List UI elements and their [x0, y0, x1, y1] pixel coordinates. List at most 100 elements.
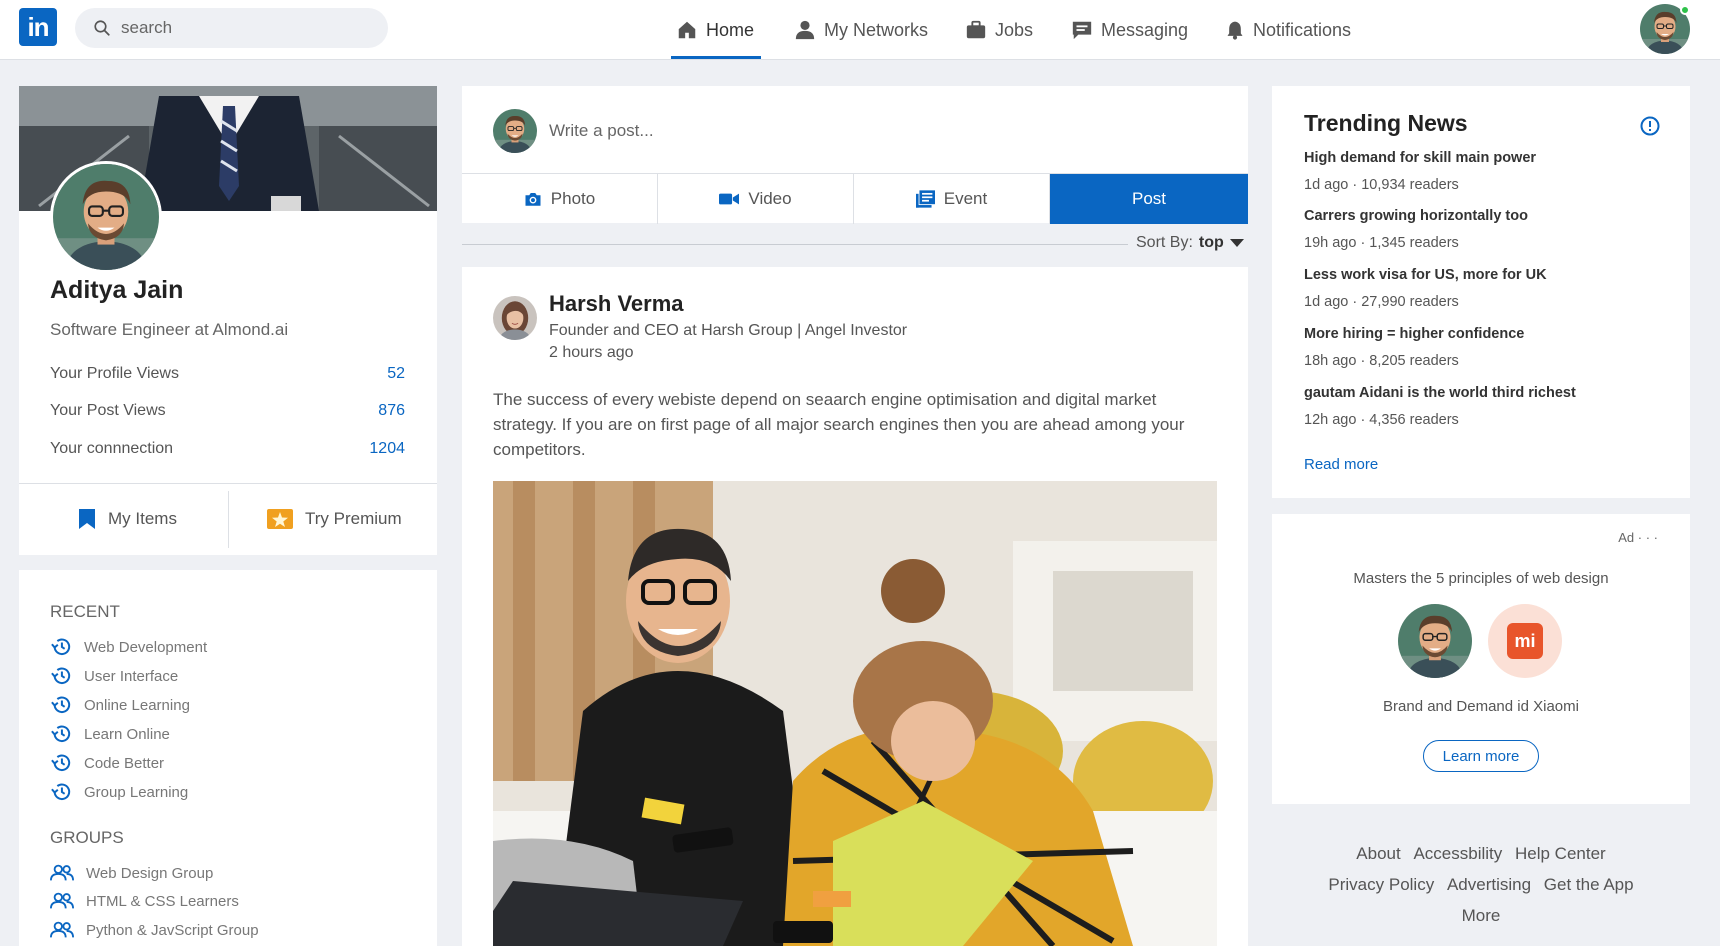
nav-messaging[interactable]: Messaging: [1071, 0, 1188, 60]
history-icon: [51, 725, 71, 743]
nav-home[interactable]: Home: [676, 0, 754, 60]
recent-item[interactable]: Web Development: [50, 637, 207, 657]
trending-item[interactable]: More hiring = higher confidence 18h ago …: [1304, 326, 1664, 369]
video-button[interactable]: Video: [658, 174, 854, 224]
post-body-text: The success of every webiste depend on s…: [493, 390, 1185, 459]
recent-item[interactable]: Learn Online: [50, 724, 170, 744]
footer-link-more[interactable]: More: [1462, 906, 1501, 925]
read-more-link[interactable]: Read more: [1304, 456, 1378, 473]
group-item-label: Web Design Group: [86, 864, 214, 882]
search-input[interactable]: [121, 8, 371, 48]
stat-label: Your Profile Views: [50, 365, 179, 382]
my-items-label: My Items: [108, 509, 177, 528]
profile-avatar[interactable]: [50, 161, 162, 273]
premium-icon: [267, 509, 293, 529]
profile-title: Software Engineer at Almond.ai: [50, 320, 289, 339]
post-image[interactable]: [493, 481, 1217, 946]
history-icon: [51, 754, 71, 772]
group-icon: [50, 921, 74, 938]
history-icon: [51, 667, 71, 685]
photo-button[interactable]: Photo: [462, 174, 658, 224]
top-navbar: in Home My Networks Jobs Messaging Notif…: [0, 0, 1720, 60]
ad-user-avatar: [1398, 604, 1472, 678]
search-bar[interactable]: [75, 8, 388, 48]
stat-profile-views[interactable]: Your Profile Views 52: [50, 365, 405, 383]
trending-headline[interactable]: gautam Aidani is the world third richest: [1304, 385, 1664, 401]
profile-name[interactable]: Aditya Jain: [50, 276, 183, 305]
group-item[interactable]: Python & JavScript Group: [50, 921, 259, 939]
post-author-name[interactable]: Harsh Verma: [549, 291, 684, 317]
footer-link-advertising[interactable]: Advertising: [1447, 875, 1531, 894]
post-button[interactable]: Post: [1050, 174, 1248, 224]
person-icon: [795, 20, 815, 40]
info-icon[interactable]: [1640, 116, 1660, 136]
stat-label: Your Post Views: [50, 402, 166, 419]
xiaomi-logo: mi: [1507, 623, 1543, 659]
chat-icon: [1072, 21, 1092, 40]
sort-by-label: Sort By:: [1136, 234, 1193, 251]
stat-value: 876: [378, 402, 405, 419]
trending-item[interactable]: Carrers growing horizontally too 19h ago…: [1304, 208, 1664, 251]
my-items-button[interactable]: My Items: [78, 483, 177, 555]
group-icon: [50, 892, 74, 909]
trending-meta: 1d ago · 27,990 readers: [1304, 294, 1459, 310]
event-button[interactable]: Event: [854, 174, 1050, 224]
group-item[interactable]: HTML & CSS Learners: [50, 892, 239, 910]
recent-item-label: Web Development: [84, 638, 208, 656]
group-item[interactable]: Web Design Group: [50, 864, 213, 882]
stat-post-views[interactable]: Your Post Views 876: [50, 402, 405, 420]
trending-headline[interactable]: High demand for skill main power: [1304, 150, 1664, 166]
group-item-label: HTML & CSS Learners: [86, 892, 239, 910]
bell-icon: [1227, 21, 1243, 40]
event-icon: [915, 190, 935, 208]
trending-item[interactable]: High demand for skill main power 1d ago …: [1304, 150, 1664, 193]
post-author-avatar[interactable]: [493, 296, 537, 340]
stat-label: Your connnection: [50, 440, 174, 457]
nav-notifications-label: Notifications: [1253, 19, 1352, 40]
ad-card: Ad · · · Masters the 5 principles of web…: [1272, 514, 1690, 804]
learn-more-button[interactable]: Learn more: [1423, 740, 1539, 772]
stat-connections[interactable]: Your connnection 1204: [50, 440, 405, 458]
trending-headline[interactable]: More hiring = higher confidence: [1304, 326, 1664, 342]
recent-item[interactable]: User Interface: [50, 666, 178, 686]
online-status-dot: [1680, 5, 1690, 15]
stat-value: 1204: [369, 440, 405, 457]
photo-label: Photo: [550, 189, 596, 208]
nav-jobs-label: Jobs: [995, 19, 1034, 40]
stat-value: 52: [387, 365, 405, 382]
recent-groups-card: RECENT Web Development User Interface On…: [19, 570, 437, 946]
recent-item[interactable]: Code Better: [50, 753, 164, 773]
trending-headline[interactable]: Carrers growing horizontally too: [1304, 208, 1664, 224]
footer-link-get-app[interactable]: Get the App: [1544, 875, 1634, 894]
footer-link-about[interactable]: About: [1356, 844, 1400, 863]
try-premium-button[interactable]: Try Premium: [267, 483, 402, 555]
ad-text: Masters the 5 principles of web design: [1353, 570, 1609, 587]
sort-by-dropdown[interactable]: Sort By: top: [1136, 234, 1244, 252]
trending-news-card: Trending News High demand for skill main…: [1272, 86, 1690, 498]
video-camera-icon: [719, 193, 740, 205]
nav-notifications[interactable]: Notifications: [1225, 0, 1351, 60]
write-post-input[interactable]: [549, 106, 1149, 156]
composer-actions: Photo Video Event Post: [462, 173, 1248, 224]
trending-item[interactable]: Less work visa for US, more for UK 1d ag…: [1304, 267, 1664, 310]
caret-down-icon: [1229, 239, 1244, 247]
recent-item-label: Online Learning: [84, 696, 190, 714]
trending-item[interactable]: gautam Aidani is the world third richest…: [1304, 385, 1664, 428]
footer-link-privacy-policy[interactable]: Privacy Policy: [1328, 875, 1434, 894]
history-icon: [51, 783, 71, 801]
footer-link-accessibility[interactable]: Accessbility: [1413, 844, 1502, 863]
group-icon: [50, 864, 74, 881]
nav-home-label: Home: [706, 19, 755, 40]
recent-item[interactable]: Online Learning: [50, 695, 190, 715]
footer-link-help-center[interactable]: Help Center: [1515, 844, 1606, 863]
nav-my-networks[interactable]: My Networks: [794, 0, 928, 60]
nav-jobs[interactable]: Jobs: [965, 0, 1033, 60]
trending-headline[interactable]: Less work visa for US, more for UK: [1304, 267, 1664, 283]
ad-brand-text: Brand and Demand id Xiaomi: [1383, 698, 1579, 715]
linkedin-logo[interactable]: in: [19, 8, 57, 46]
camera-icon: [525, 193, 541, 206]
recent-item[interactable]: Group Learning: [50, 782, 188, 802]
footer-links: About Accessbility Help Center Privacy P…: [1272, 838, 1690, 931]
post-timestamp: 2 hours ago: [549, 344, 634, 361]
ad-label[interactable]: Ad · · ·: [1618, 530, 1658, 545]
